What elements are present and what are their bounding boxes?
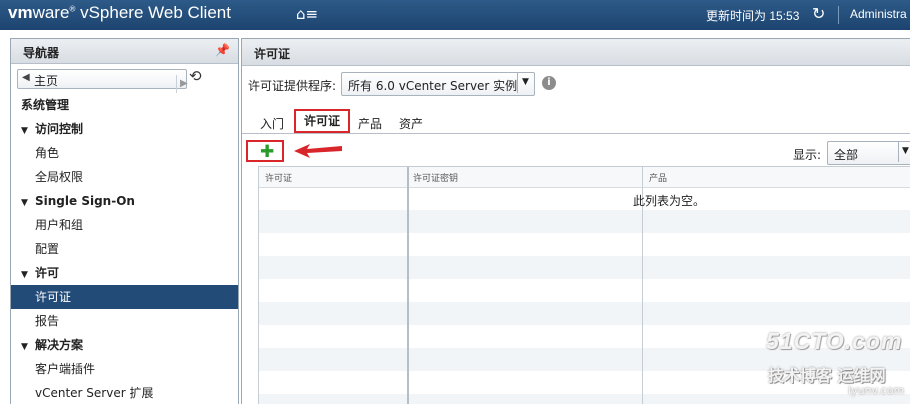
table-row — [259, 279, 910, 302]
sidebar-item[interactable]: 客户端插件 — [11, 357, 238, 381]
sidebar-item-label: 访问控制 — [35, 122, 84, 136]
expand-triangle-icon[interactable]: ▼ — [21, 335, 35, 359]
back-button-label: 主页 — [34, 74, 59, 88]
show-filter-label: 显示: — [793, 148, 822, 162]
sidebar-item-label: 客户端插件 — [35, 362, 96, 376]
sidebar-item-label: 许可 — [35, 266, 60, 280]
tab-licenses[interactable]: 许可证 — [294, 109, 350, 133]
home-menu-icon[interactable]: ⌂≡ — [296, 5, 318, 23]
tab-products[interactable]: 产品 — [358, 115, 382, 133]
sidebar-item-label: vCenter Server 扩展 — [35, 386, 154, 400]
page-title: 许可证 — [254, 47, 291, 61]
sidebar-item-label: 用户和组 — [35, 218, 84, 232]
empty-list-message: 此列表为空。 — [633, 194, 706, 208]
navigator-history: ◀ 主页 ▶ ⟲ — [11, 64, 238, 93]
provider-select[interactable]: 所有 6.0 vCenter Server 实例 ▼ — [341, 72, 535, 96]
brand-product: vSphere Web Client — [80, 3, 231, 22]
refresh-icon[interactable]: ↻ — [812, 4, 825, 23]
back-button[interactable]: ◀ 主页 ▶ — [17, 69, 188, 93]
column-header-product[interactable]: 产品 — [649, 171, 667, 184]
sidebar-item-label: 角色 — [35, 146, 60, 160]
show-filter-select[interactable]: 全部 ▼ — [827, 141, 910, 165]
sidebar-item-label: 解决方案 — [35, 338, 84, 352]
info-icon[interactable]: i — [542, 76, 556, 90]
header-divider — [838, 6, 839, 24]
navigator-header: 导航器 📌 — [11, 39, 238, 64]
update-time: 更新时间为 15:53 — [706, 9, 800, 23]
brand-vm: vm — [8, 3, 33, 22]
table-row — [259, 187, 910, 210]
chevron-down-icon: ▼ — [522, 77, 529, 87]
sidebar-group[interactable]: ▼ Single Sign-On — [11, 189, 238, 213]
provider-select-value: 所有 6.0 vCenter Server 实例 — [348, 79, 518, 93]
show-dropdown-button[interactable]: ▼ — [898, 142, 910, 162]
provider-dropdown-button[interactable]: ▼ — [517, 73, 534, 93]
sidebar-item-label: 许可证 — [35, 290, 72, 304]
sidebar-group[interactable]: ▼ 解决方案 — [11, 333, 238, 357]
navigator-panel: 导航器 📌 ◀ 主页 ▶ ⟲ 系统管理 ▼ 访问控制 角色 全局权限 ▼ Single Si… — [10, 38, 239, 404]
sidebar-item[interactable]: 报告 — [11, 309, 238, 333]
provider-label: 许可证提供程序: — [248, 79, 337, 93]
table-header: 许可证 许可证密钥 产品 — [259, 167, 910, 188]
watermark-site: iyunv.com — [848, 384, 905, 397]
app-brand: vmware® vSphere Web Client — [8, 3, 231, 23]
annotation-arrow-icon — [294, 144, 342, 158]
table-row — [259, 210, 910, 233]
watermark: 51CTO.com 技术博客 运维网 iyunv.com — [764, 328, 904, 400]
expand-triangle-icon[interactable]: ▼ — [21, 191, 35, 215]
plus-icon: ✚ — [260, 142, 275, 162]
sidebar-item-label: 系统管理 — [21, 98, 70, 112]
sidebar-item[interactable]: 配置 — [11, 237, 238, 261]
sidebar-group[interactable]: ▼ 访问控制 — [11, 117, 238, 141]
navigator-title: 导航器 — [23, 46, 60, 60]
show-filter-value: 全部 — [834, 148, 859, 162]
sidebar-item-label: 报告 — [35, 314, 60, 328]
column-header-license[interactable]: 许可证 — [265, 171, 292, 184]
sidebar-section: 系统管理 — [11, 93, 238, 117]
sidebar-item-label: Single Sign-On — [35, 194, 135, 208]
tab-assets[interactable]: 资产 — [399, 115, 423, 133]
expand-triangle-icon[interactable]: ▼ — [21, 119, 35, 143]
main-header: 许可证 — [242, 39, 910, 66]
table-row — [259, 256, 910, 279]
tab-divider — [242, 133, 910, 134]
tab-getting-started[interactable]: 入门 — [260, 115, 284, 133]
sidebar-item-label: 全局权限 — [35, 170, 84, 184]
sidebar-item[interactable]: 角色 — [11, 141, 238, 165]
sidebar-item[interactable]: vCenter Server 扩展 — [11, 381, 238, 404]
forward-arrow-icon: ▶ — [180, 78, 188, 89]
sidebar-item[interactable]: 许可证 — [11, 285, 238, 309]
watermark-bottom: 技术博客 运维网 — [768, 366, 886, 385]
column-divider[interactable] — [407, 167, 409, 404]
pin-icon[interactable]: 📌 — [215, 43, 230, 57]
table-row — [259, 233, 910, 256]
brand-registered: ® — [69, 4, 76, 14]
column-header-license-key[interactable]: 许可证密钥 — [413, 171, 458, 184]
sidebar-group[interactable]: ▼ 许可 — [11, 261, 238, 285]
add-license-button[interactable]: ✚ — [246, 140, 284, 162]
sidebar-item[interactable]: 用户和组 — [11, 213, 238, 237]
chevron-down-icon: ▼ — [902, 146, 909, 156]
user-menu[interactable]: Administra — [850, 7, 907, 21]
sidebar-item[interactable]: 全局权限 — [11, 165, 238, 189]
table-row — [259, 302, 910, 325]
history-icon[interactable]: ⟲ — [189, 67, 202, 85]
back-arrow-icon: ◀ — [22, 72, 30, 83]
brand-ware: ware — [32, 3, 70, 22]
top-bar: vmware® vSphere Web Client ⌂≡ 更新时间为 15:5… — [0, 0, 910, 30]
sidebar-item-label: 配置 — [35, 242, 60, 256]
watermark-top: 51CTO.com — [766, 328, 903, 354]
expand-triangle-icon[interactable]: ▼ — [21, 263, 35, 287]
